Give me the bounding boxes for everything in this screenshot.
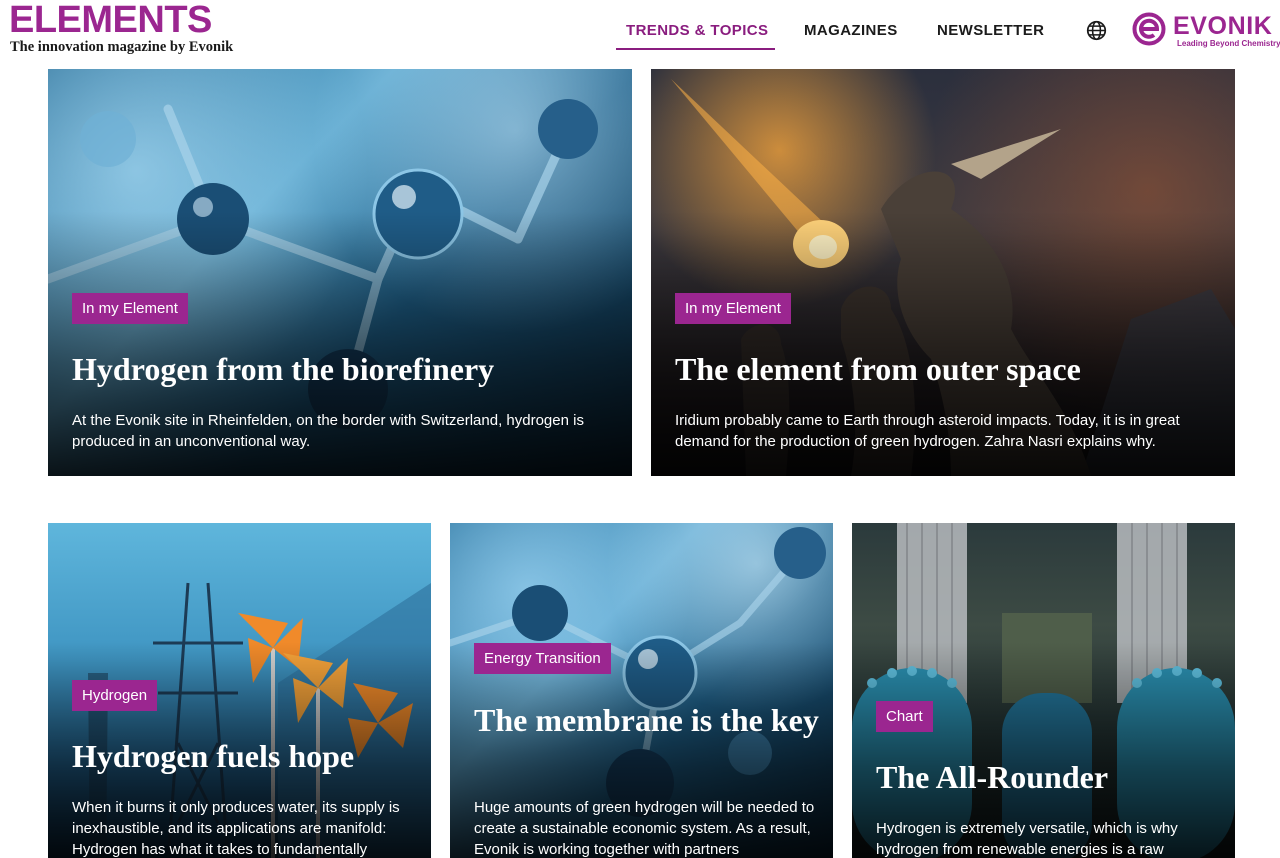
card-description: When it burns it only produces water, it…	[72, 799, 400, 858]
brand-subtitle: The innovation magazine by Evonik	[10, 39, 234, 55]
site-header: ELEMENTS The innovation magazine by Evon…	[0, 0, 1280, 62]
logo-tagline: Leading Beyond Chemistry	[1177, 39, 1280, 48]
card-title: The All-Rounder	[876, 759, 1109, 795]
category-tag[interactable]: In my Element	[72, 293, 188, 324]
nav-magazines[interactable]: MAGAZINES	[804, 22, 898, 39]
image-overlay	[852, 523, 1235, 858]
article-card[interactable]: Chart The All-Rounder Hydrogen is extrem…	[852, 523, 1235, 858]
article-card[interactable]: Energy Transition The membrane is the ke…	[450, 523, 833, 858]
card-description: Huge amounts of green hydrogen will be n…	[474, 799, 815, 858]
card-title: Hydrogen fuels hope	[72, 738, 355, 774]
card-title: The membrane is the key	[474, 702, 819, 738]
category-tag[interactable]: Hydrogen	[72, 680, 158, 711]
card-description: At the Evonik site in Rheinfelden, on th…	[72, 412, 584, 450]
card-description: Iridium probably came to Earth through a…	[675, 412, 1180, 450]
evonik-mark-icon	[1132, 12, 1166, 46]
globe-icon[interactable]	[1086, 20, 1107, 41]
article-card[interactable]: Hydrogen Hydrogen fuels hope When it bur…	[48, 523, 431, 858]
article-card[interactable]: In my Element The element from outer spa…	[651, 69, 1235, 476]
nav-trends-topics[interactable]: TRENDS & TOPICS	[626, 22, 768, 39]
nav-newsletter[interactable]: NEWSLETTER	[937, 22, 1044, 39]
card-title: Hydrogen from the biorefinery	[72, 351, 495, 387]
card-description: Hydrogen is extremely versatile, which i…	[876, 820, 1178, 858]
category-tag[interactable]: Chart	[876, 701, 933, 732]
article-card[interactable]: In my Element Hydrogen from the biorefin…	[48, 69, 632, 476]
category-tag[interactable]: In my Element	[675, 293, 791, 324]
brand-logo[interactable]: ELEMENTS The innovation magazine by Evon…	[9, 0, 234, 56]
brand-title: ELEMENTS	[9, 0, 212, 41]
evonik-logo[interactable]: EVONIK Leading Beyond Chemistry	[1132, 11, 1280, 51]
category-tag[interactable]: Energy Transition	[474, 643, 611, 674]
logo-wordmark: EVONIK	[1173, 12, 1273, 40]
nav-active-indicator	[616, 48, 775, 50]
card-title: The element from outer space	[675, 351, 1081, 387]
